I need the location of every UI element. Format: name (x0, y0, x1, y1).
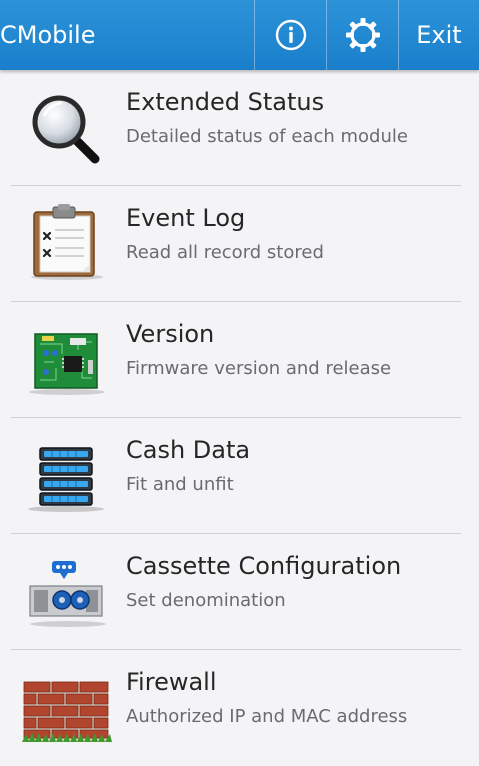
info-button[interactable] (255, 0, 326, 70)
magnifier-icon (22, 88, 112, 168)
settings-button[interactable] (327, 0, 398, 70)
menu-item-subtitle: Set denomination (126, 590, 286, 611)
menu-item-cassette-configuration[interactable]: Cassette Configuration Set denomination (0, 534, 479, 650)
app-title: CMobile (0, 21, 96, 49)
server-rack-icon (22, 436, 112, 516)
info-icon (275, 19, 306, 51)
gear-icon (345, 18, 380, 52)
action-bar: CMobile Exit (0, 0, 479, 70)
menu-item-event-log[interactable]: Event Log Read all record stored (0, 186, 479, 302)
menu-item-title: Firewall (126, 668, 217, 696)
menu-item-title: Version (126, 320, 215, 348)
menu-item-subtitle: Detailed status of each module (126, 126, 408, 147)
brick-wall-icon (22, 668, 112, 748)
menu-item-title: Event Log (126, 204, 246, 232)
menu-item-firewall[interactable]: Firewall Authorized IP and MAC address (0, 650, 479, 766)
menu-item-version[interactable]: Version Firmware version and release (0, 302, 479, 418)
menu-item-subtitle: Read all record stored (126, 242, 324, 263)
menu-item-subtitle: Firmware version and release (126, 358, 392, 379)
cassette-icon (22, 552, 112, 632)
circuit-board-icon (22, 320, 112, 400)
menu-item-extended-status[interactable]: Extended Status Detailed status of each … (0, 70, 479, 186)
menu-item-subtitle: Fit and unfit (126, 474, 234, 495)
exit-button[interactable]: Exit (399, 0, 479, 70)
menu-item-title: Extended Status (126, 88, 325, 116)
menu-item-subtitle: Authorized IP and MAC address (126, 706, 408, 727)
menu-item-title: Cash Data (126, 436, 251, 464)
menu-item-cash-data[interactable]: Cash Data Fit and unfit (0, 418, 479, 534)
menu-list: Extended Status Detailed status of each … (0, 70, 479, 766)
clipboard-icon (22, 204, 112, 284)
menu-item-title: Cassette Configuration (126, 552, 402, 580)
